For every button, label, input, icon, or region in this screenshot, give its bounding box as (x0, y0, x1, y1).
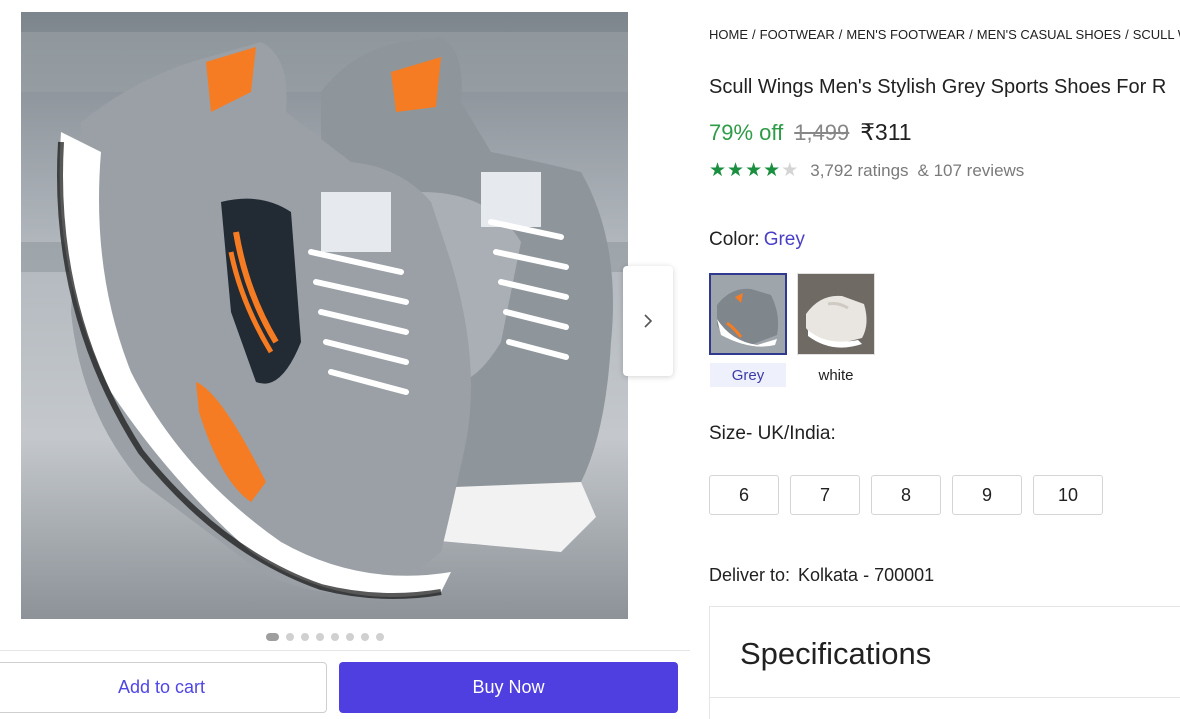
selling-price: ₹311 (860, 119, 912, 145)
size-option-8[interactable]: 8 (871, 475, 941, 515)
size-option-7[interactable]: 7 (790, 475, 860, 515)
color-swatches: Grey white (709, 273, 875, 387)
color-label: Color: (709, 229, 760, 250)
product-main-image[interactable] (21, 12, 628, 619)
star-filled-icon: ★ (727, 160, 745, 181)
size-option-9[interactable]: 9 (952, 475, 1022, 515)
delivery-location[interactable]: Deliver to: Kolkata - 700001 (709, 565, 934, 586)
product-page: Add to cart Buy Now HOME / FOOTWEAR / MEN'S … (0, 0, 1180, 719)
swatch-label-white: white (818, 366, 854, 384)
pagination-dot[interactable] (266, 633, 279, 641)
pagination-dot[interactable] (331, 633, 339, 641)
specifications-divider (710, 697, 1180, 698)
star-rating: ★ ★ ★ ★ ★ (709, 161, 798, 181)
add-to-cart-button[interactable]: Add to cart (0, 662, 327, 713)
breadcrumb: HOME / FOOTWEAR / MEN'S FOOTWEAR / MEN'S CASUA… (709, 27, 1180, 42)
original-price: 1,499 (794, 120, 850, 145)
color-value: Grey (763, 229, 805, 250)
purchase-actions: Add to cart Buy Now (0, 650, 690, 719)
swatch-label-grey: Grey (710, 363, 786, 387)
star-filled-icon: ★ (709, 160, 727, 181)
white-shoe-thumbnail (798, 274, 874, 354)
breadcrumb-scull-wings[interactable]: SCULL WINGS (1133, 27, 1180, 42)
shoe-image (21, 12, 628, 619)
specifications-title: Specifications (740, 636, 932, 671)
pagination-dot[interactable] (376, 633, 384, 641)
swatch-image-grey (709, 273, 787, 355)
color-selector-label: Color: Grey (709, 229, 805, 251)
buy-now-button[interactable]: Buy Now (339, 662, 678, 713)
product-title: Scull Wings Men's Stylish Grey Sports Sh… (709, 76, 1167, 98)
deliver-to-location: Kolkata - 700001 (798, 565, 935, 585)
ratings-count[interactable]: 3,792 ratings (810, 161, 908, 181)
star-filled-icon: ★ (763, 160, 781, 181)
rating-row: ★ ★ ★ ★ ★ 3,792 ratings & 107 reviews (709, 161, 1024, 181)
breadcrumb-separator: / (1125, 27, 1129, 42)
deliver-to-label: Deliver to: (709, 565, 791, 585)
pagination-dot[interactable] (301, 633, 309, 641)
color-swatch-white[interactable]: white (797, 273, 875, 387)
color-swatch-grey[interactable]: Grey (709, 273, 787, 387)
swatch-image-white (797, 273, 875, 355)
star-filled-icon: ★ (745, 160, 763, 181)
specifications-section: Specifications (709, 606, 1180, 719)
pagination-dot[interactable] (286, 633, 294, 641)
product-gallery: Add to cart Buy Now (0, 0, 690, 719)
chevron-right-icon (644, 314, 653, 328)
size-option-6[interactable]: 6 (709, 475, 779, 515)
reviews-count[interactable]: & 107 reviews (918, 161, 1025, 181)
breadcrumb-mens-casual-shoes[interactable]: MEN'S CASUAL SHOES (977, 27, 1121, 42)
size-options: 6 7 8 9 10 (709, 475, 1103, 515)
discount-percent: 79% off (709, 120, 784, 145)
breadcrumb-mens-footwear[interactable]: MEN'S FOOTWEAR (846, 27, 965, 42)
pagination-dot[interactable] (316, 633, 324, 641)
product-details: HOME / FOOTWEAR / MEN'S FOOTWEAR / MEN'S CASUA… (709, 0, 1180, 719)
size-selector-label: Size- UK/India: (709, 423, 836, 444)
next-image-button[interactable] (623, 266, 673, 376)
breadcrumb-separator: / (838, 27, 843, 42)
star-empty-icon: ★ (781, 160, 799, 181)
pagination-dot[interactable] (361, 633, 369, 641)
size-option-10[interactable]: 10 (1033, 475, 1103, 515)
grey-shoe-thumbnail (711, 275, 785, 353)
image-pagination-dots (266, 633, 384, 641)
breadcrumb-home[interactable]: HOME (709, 27, 748, 42)
breadcrumb-footwear[interactable]: FOOTWEAR (760, 27, 835, 42)
breadcrumb-separator: / (969, 27, 973, 42)
pagination-dot[interactable] (346, 633, 354, 641)
price-row: 79% off 1,499 ₹311 (709, 119, 912, 146)
breadcrumb-separator: / (752, 27, 756, 42)
